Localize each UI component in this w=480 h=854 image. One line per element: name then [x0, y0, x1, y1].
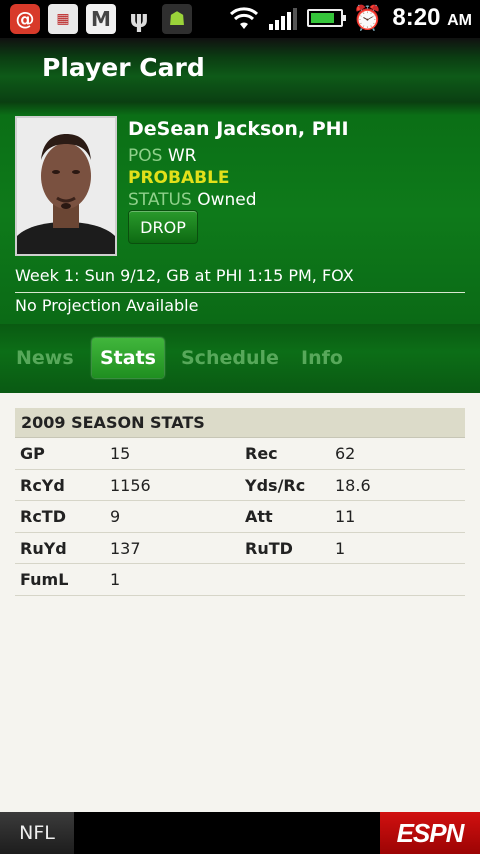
signal-icon [268, 6, 297, 30]
position-line: POS WR [128, 146, 196, 166]
notification-icons: @ ▦ M ψ ☗ [10, 4, 192, 34]
espn-logo: ESPN [380, 812, 480, 854]
injury-status: PROBABLE [128, 168, 230, 188]
stat-label: RuYd [20, 538, 67, 558]
table-row: GP 15 Rec 62 [15, 438, 465, 470]
stat-value: 1 [335, 538, 346, 558]
stat-label: GP [20, 444, 45, 463]
bottom-bar: NFL ESPN [0, 812, 480, 854]
android-debug-icon: ☗ [162, 4, 192, 34]
stat-value: 1 [110, 570, 121, 589]
clock: 8:20 AM [392, 4, 472, 31]
tab-stats[interactable]: Stats [92, 338, 164, 378]
wifi-icon [229, 7, 258, 29]
stat-label: RcYd [20, 475, 65, 495]
system-icons: ⏰ 8:20 AM [229, 4, 472, 32]
stat-value: 15 [110, 444, 131, 463]
status-label: STATUS [128, 190, 192, 210]
stat-value: 9 [110, 507, 121, 526]
tab-info[interactable]: Info [301, 338, 343, 378]
drop-button[interactable]: DROP [128, 210, 198, 244]
stat-label: RcTD [20, 507, 66, 526]
tab-schedule[interactable]: Schedule [181, 338, 279, 378]
alarm-icon: ⏰ [352, 4, 383, 32]
status-value: Owned [197, 190, 257, 210]
player-photo [15, 116, 117, 256]
usb-icon: ψ [129, 5, 149, 33]
position-value: WR [167, 146, 197, 166]
tab-bar: News Stats Schedule Info [0, 324, 480, 393]
game-info: Week 1: Sun 9/12, GB at PHI 1:15 PM, FOX [15, 266, 354, 285]
ownership-line: STATUS Owned [128, 190, 257, 210]
table-row: RuYd 137 RuTD 1 [15, 533, 465, 564]
gmail-icon: M [86, 4, 116, 34]
status-bar: @ ▦ M ψ ☗ ⏰ 8:20 AM [0, 0, 480, 38]
stat-value: 18.6 [335, 475, 371, 495]
player-panel: DeSean Jackson, PHI POS WR PROBABLE STAT… [0, 102, 480, 324]
stat-label: Att [245, 507, 273, 526]
stat-label: RuTD [245, 538, 293, 558]
stat-value: 137 [110, 538, 141, 558]
stat-value: 1156 [110, 475, 151, 495]
position-label: POS [128, 146, 163, 166]
stat-label: Rec [245, 444, 278, 463]
projection-text: No Projection Available [15, 296, 199, 315]
stat-label: FumL [20, 570, 69, 589]
email-icon: @ [10, 4, 40, 34]
calendar-icon: ▦ [48, 4, 78, 34]
stat-label: Yds/Rc [245, 475, 306, 495]
stats-table: 2009 SEASON STATS GP 15 Rec 62 RcYd 1156… [15, 408, 465, 596]
stats-title: 2009 SEASON STATS [15, 408, 465, 438]
page-title: Player Card [42, 53, 205, 82]
title-bar: Player Card [0, 38, 480, 102]
divider [15, 292, 465, 293]
table-row: FumL 1 [15, 564, 465, 596]
league-button[interactable]: NFL [0, 812, 74, 854]
player-name: DeSean Jackson, PHI [128, 118, 349, 140]
table-row: RcTD 9 Att 11 [15, 501, 465, 533]
battery-icon [306, 9, 346, 27]
stat-value: 62 [335, 444, 356, 463]
stat-value: 11 [335, 507, 356, 526]
table-row: RcYd 1156 Yds/Rc 18.6 [15, 470, 465, 501]
tab-news[interactable]: News [16, 338, 74, 378]
